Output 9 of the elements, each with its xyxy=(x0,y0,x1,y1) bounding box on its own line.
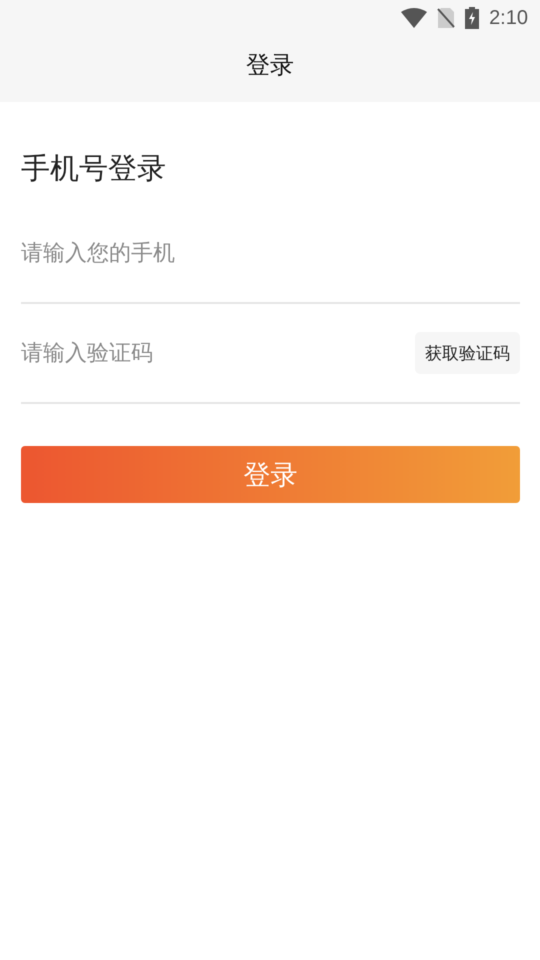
code-input-field[interactable]: 请输入验证码 xyxy=(21,340,415,366)
login-heading: 手机号登录 xyxy=(21,150,167,187)
page-title: 登录 xyxy=(246,50,294,81)
get-code-button[interactable]: 获取验证码 xyxy=(415,332,520,374)
wifi-icon xyxy=(401,8,428,28)
battery-icon xyxy=(465,7,480,29)
no-sim-icon xyxy=(437,7,456,29)
phone-input-field[interactable]: 请输入您的手机 xyxy=(21,240,520,266)
status-time: 2:10 xyxy=(489,6,528,30)
